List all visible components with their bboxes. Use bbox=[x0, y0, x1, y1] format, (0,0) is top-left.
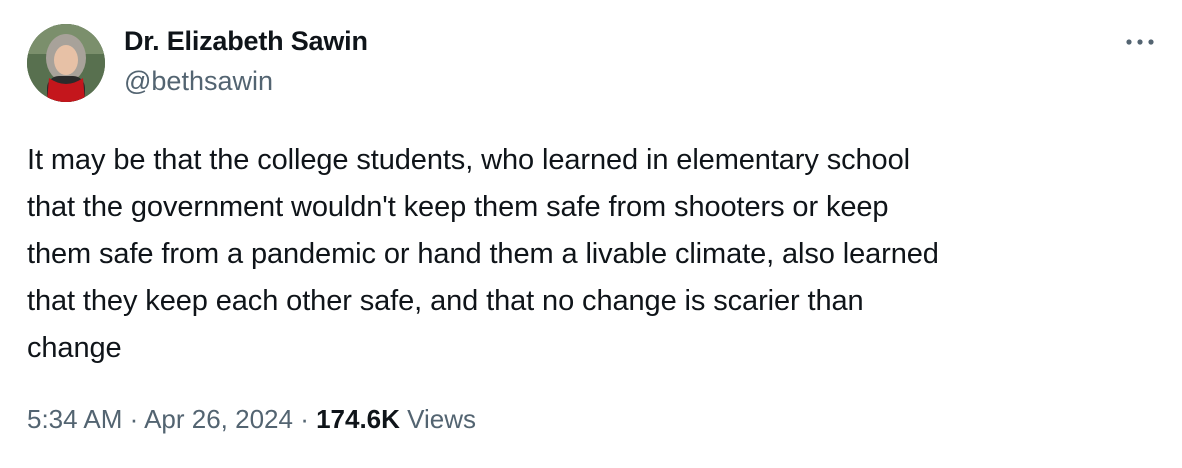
author-handle[interactable]: @bethsawin bbox=[124, 66, 273, 97]
views-label: Views bbox=[407, 404, 477, 434]
meta-separator: · bbox=[122, 404, 145, 434]
tweet-date[interactable]: Apr 26, 2024 bbox=[144, 404, 293, 434]
tweet-time[interactable]: 5:34 AM bbox=[27, 404, 122, 434]
tweet-card: Dr. Elizabeth Sawin @bethsawin It may be… bbox=[0, 0, 1182, 468]
author-name[interactable]: Dr. Elizabeth Sawin bbox=[124, 26, 368, 57]
more-options-button[interactable] bbox=[1118, 28, 1162, 56]
author-avatar[interactable] bbox=[27, 24, 105, 102]
tweet-text: It may be that the college students, who… bbox=[27, 144, 939, 364]
meta-separator-2: · bbox=[292, 404, 317, 434]
more-horizontal-icon bbox=[1126, 39, 1154, 45]
avatar-photo-icon bbox=[27, 24, 105, 102]
tweet-metadata: 5:34 AM · Apr 26, 2024 · 174.6K Views bbox=[27, 404, 476, 435]
views-count[interactable]: 174.6K bbox=[316, 404, 400, 434]
